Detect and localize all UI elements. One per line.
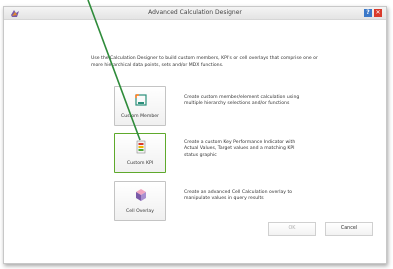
cell-overlay-button[interactable]: Cell Overlay bbox=[114, 181, 166, 221]
cell-overlay-icon bbox=[136, 189, 146, 201]
custom-kpi-description: Create a custom Key Performance Indicato… bbox=[184, 140, 296, 158]
custom-kpi-label: Custom KPI bbox=[126, 161, 154, 166]
custom-member-label: Custom Member bbox=[121, 114, 159, 119]
ok-button[interactable]: OK bbox=[268, 222, 316, 236]
cell-overlay-label: Cell Overlay bbox=[126, 209, 154, 214]
cancel-button[interactable]: Cancel bbox=[325, 222, 373, 236]
help-button[interactable]: ? bbox=[364, 9, 372, 17]
custom-kpi-button[interactable]: Custom KPI bbox=[114, 133, 166, 173]
intro-text: Use the Calculation Designer to build cu… bbox=[91, 56, 318, 68]
window-title: Advanced Calculation Designer bbox=[148, 9, 242, 16]
custom-kpi-icon bbox=[136, 140, 146, 154]
custom-member-button[interactable]: Custom Member bbox=[114, 86, 166, 126]
cell-overlay-description: Create an advanced Cell Calculation over… bbox=[184, 190, 293, 202]
close-button[interactable]: ✕ bbox=[374, 9, 382, 17]
title-bar: Advanced Calculation Designer ? ✕ bbox=[4, 7, 386, 20]
custom-member-icon bbox=[135, 94, 147, 106]
custom-member-description: Create custom member/element calculation… bbox=[184, 95, 300, 107]
